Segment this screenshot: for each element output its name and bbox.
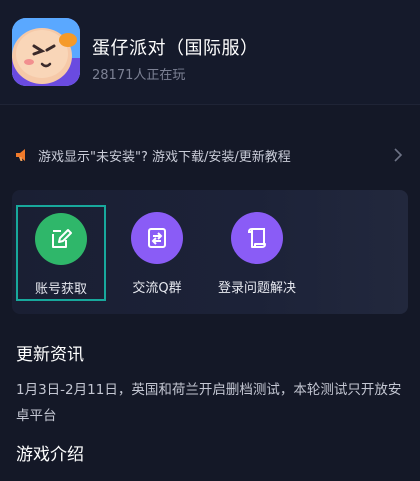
news-body: 1月3日-2月11日，英国和荷兰开启删档测试，本轮测试只开放安卓平台 xyxy=(16,382,402,424)
intro-heading: 游戏介绍 xyxy=(16,445,84,465)
login-help-button[interactable]: 登录问题解决 xyxy=(212,190,302,314)
install-help-banner[interactable]: 游戏显示"未安装"? 游戏下载/安装/更新教程 xyxy=(0,132,420,176)
news-heading: 更新资讯 xyxy=(16,345,84,365)
edit-icon xyxy=(52,229,72,248)
feature-panel: 账号获取 交流Q群 登录问题解决 xyxy=(12,190,408,314)
login-help-icon-circle xyxy=(231,212,283,264)
player-count: 28171人正在玩 xyxy=(92,68,186,83)
account-acquire-icon-circle xyxy=(35,213,87,265)
chevron-right-icon xyxy=(394,148,403,162)
app-header: 蛋仔派对（国际服） 28171人正在玩 xyxy=(0,0,420,104)
app-title: 蛋仔派对（国际服） xyxy=(92,38,259,59)
qq-group-button[interactable]: 交流Q群 xyxy=(112,190,202,314)
app-icon[interactable] xyxy=(12,18,80,86)
megaphone-icon xyxy=(16,149,25,161)
qq-group-icon-circle xyxy=(131,212,183,264)
share-box-icon xyxy=(148,228,166,248)
egg-character-icon xyxy=(12,18,80,86)
header-divider xyxy=(0,104,420,105)
login-help-label: 登录问题解决 xyxy=(217,281,296,296)
scroll-icon xyxy=(247,228,266,248)
install-help-text: 游戏显示"未安装"? 游戏下载/安装/更新教程 xyxy=(38,150,291,165)
